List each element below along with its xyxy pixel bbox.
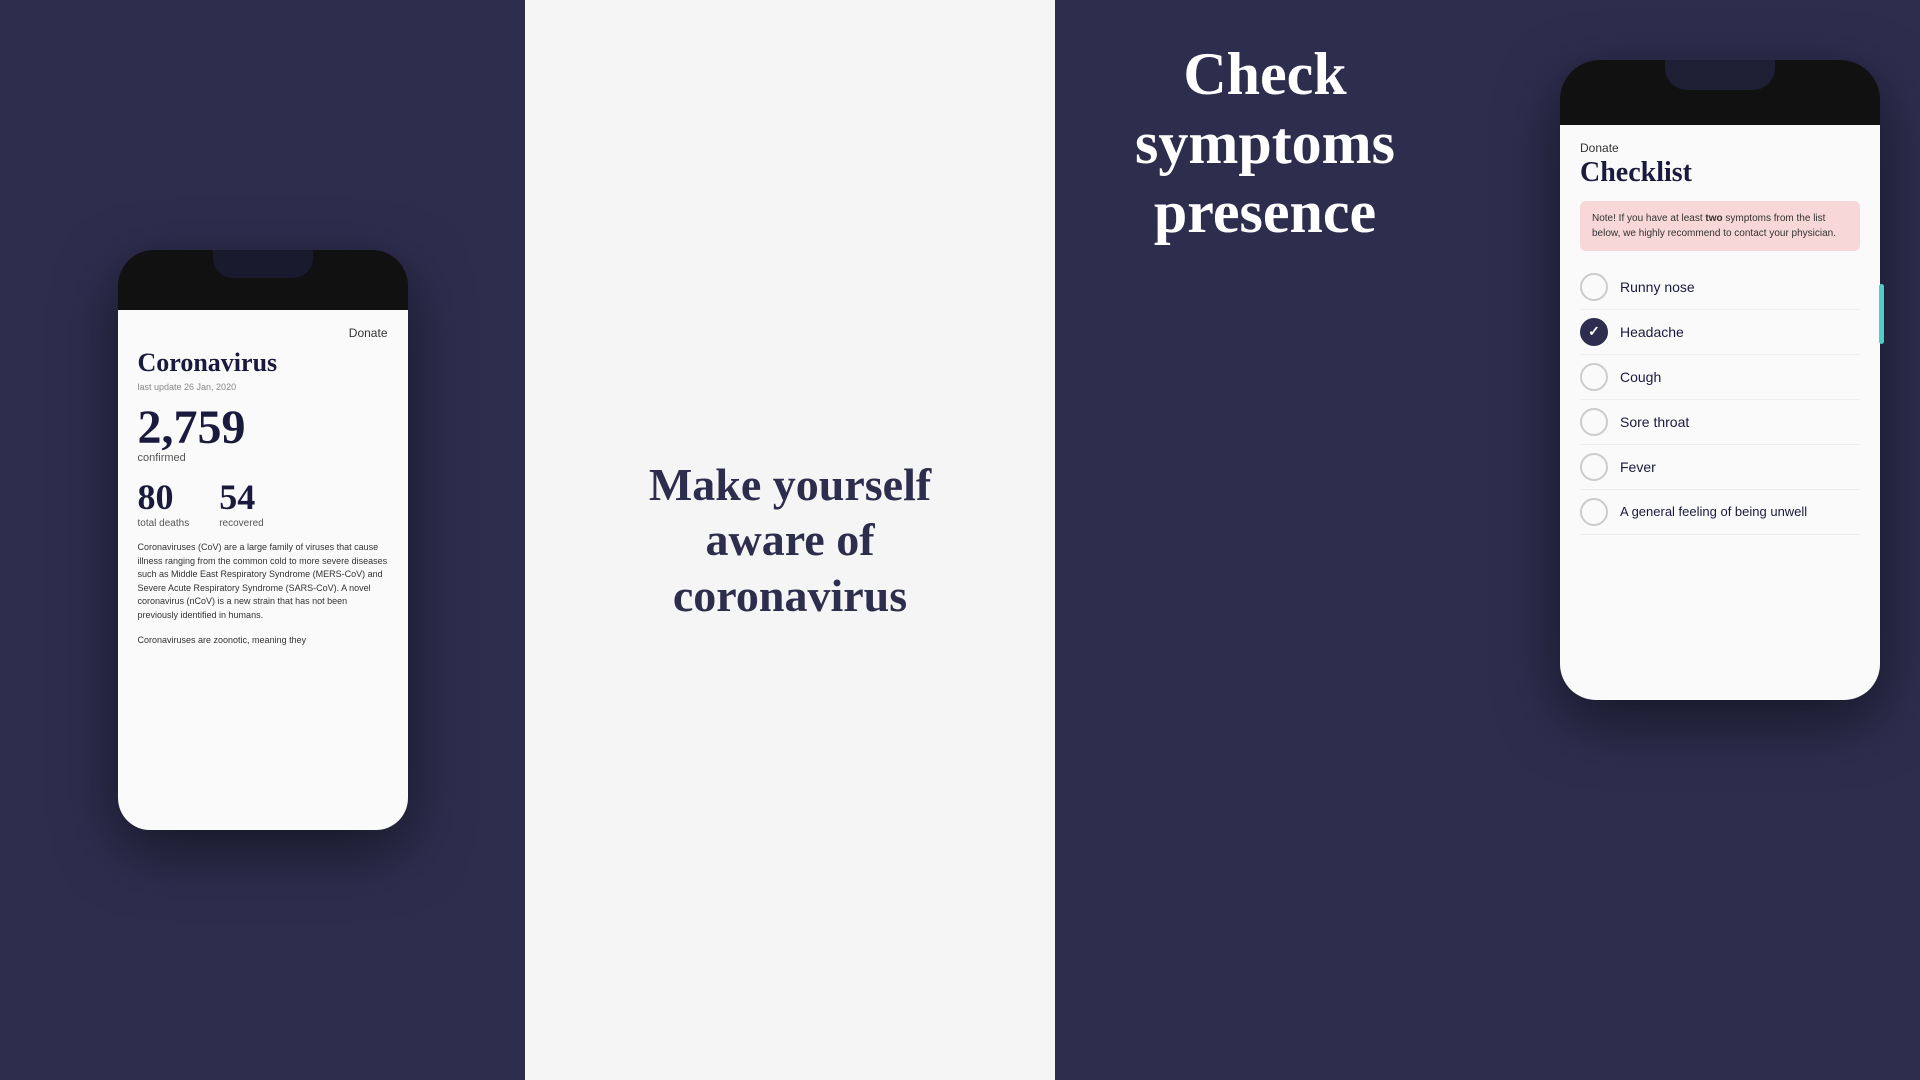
donate-label-right[interactable]: Donate (1580, 141, 1619, 155)
left-panel: Donate Coronavirus last update 26 Jan, 2… (0, 0, 525, 1080)
checkmark-headache: ✓ (1588, 324, 1600, 341)
description-text-1: Coronaviruses (CoV) are a large family o… (138, 541, 388, 622)
item-label-sore-throat: Sore throat (1620, 414, 1689, 430)
recovered-label: recovered (219, 518, 263, 529)
checklist-item-sore-throat[interactable]: Sore throat (1580, 400, 1860, 445)
phone-left-notch-area (118, 250, 408, 310)
right-headline-line2: symptoms (1135, 110, 1395, 176)
item-label-runny-nose: Runny nose (1620, 279, 1695, 295)
item-label-fever: Fever (1620, 459, 1656, 475)
item-label-headache: Headache (1620, 324, 1684, 340)
recovered-number: 54 (219, 476, 263, 518)
checkbox-headache[interactable]: ✓ (1580, 318, 1608, 346)
confirmed-number: 2,759 (138, 404, 388, 452)
checklist-item-headache[interactable]: ✓ Headache (1580, 310, 1860, 355)
deaths-number: 80 (138, 476, 190, 518)
description-text-2: Coronaviruses are zoonotic, meaning they (138, 634, 388, 648)
scroll-indicator (1879, 284, 1880, 344)
phone-right-notch (1665, 60, 1775, 90)
checkbox-sore-throat[interactable] (1580, 408, 1608, 436)
right-headline-line3: presence (1154, 179, 1376, 245)
deaths-stat: 80 total deaths (138, 476, 190, 529)
right-headline: Check symptoms presence (1115, 40, 1395, 247)
right-panel: Check symptoms presence Donate Checklist… (1055, 0, 1920, 1080)
donate-label-left[interactable]: Donate (349, 326, 388, 340)
item-label-cough: Cough (1620, 369, 1661, 385)
deaths-label: total deaths (138, 518, 190, 529)
phone-right-screen: Donate Checklist Note! If you have at le… (1560, 125, 1880, 700)
checklist-item-cough[interactable]: Cough (1580, 355, 1860, 400)
phone-right-notch-area (1560, 60, 1880, 125)
note-prefix: Note! If you have at least (1592, 213, 1705, 224)
right-headline-line1: Check (1183, 41, 1346, 107)
checkbox-runny-nose[interactable] (1580, 273, 1608, 301)
headline-line3: coronavirus (673, 570, 907, 621)
headline-line1: Make yourself (649, 459, 931, 510)
donate-row-right: Donate (1580, 139, 1860, 157)
middle-panel: Make yourself aware of coronavirus (525, 0, 1055, 1080)
confirmed-label: confirmed (138, 452, 388, 464)
checkbox-cough[interactable] (1580, 363, 1608, 391)
phone-right: Donate Checklist Note! If you have at le… (1560, 60, 1880, 700)
app-title-left: Coronavirus (138, 348, 388, 378)
checklist-item-general-feeling[interactable]: A general feeling of being unwell (1580, 490, 1860, 535)
item-label-general-feeling: A general feeling of being unwell (1620, 504, 1807, 521)
stats-row: 80 total deaths 54 recovered (138, 476, 388, 529)
headline-line2: aware of (705, 514, 874, 565)
note-box: Note! If you have at least two symptoms … (1580, 201, 1860, 251)
checkbox-general-feeling[interactable] (1580, 498, 1608, 526)
phone-left-screen: Donate Coronavirus last update 26 Jan, 2… (118, 310, 408, 830)
note-bold: two (1705, 213, 1722, 224)
phone-right-wrapper: Donate Checklist Note! If you have at le… (1560, 60, 1880, 700)
checklist-item-fever[interactable]: Fever (1580, 445, 1860, 490)
phone-left: Donate Coronavirus last update 26 Jan, 2… (118, 250, 408, 830)
checklist-title: Checklist (1580, 157, 1860, 189)
note-text: Note! If you have at least two symptoms … (1592, 211, 1848, 241)
checkbox-fever[interactable] (1580, 453, 1608, 481)
middle-headline: Make yourself aware of coronavirus (649, 457, 931, 623)
phone-left-notch (213, 250, 313, 278)
recovered-stat: 54 recovered (219, 476, 263, 529)
donate-row-left: Donate (138, 326, 388, 340)
checklist-item-runny-nose[interactable]: Runny nose (1580, 265, 1860, 310)
last-update: last update 26 Jan, 2020 (138, 382, 388, 392)
